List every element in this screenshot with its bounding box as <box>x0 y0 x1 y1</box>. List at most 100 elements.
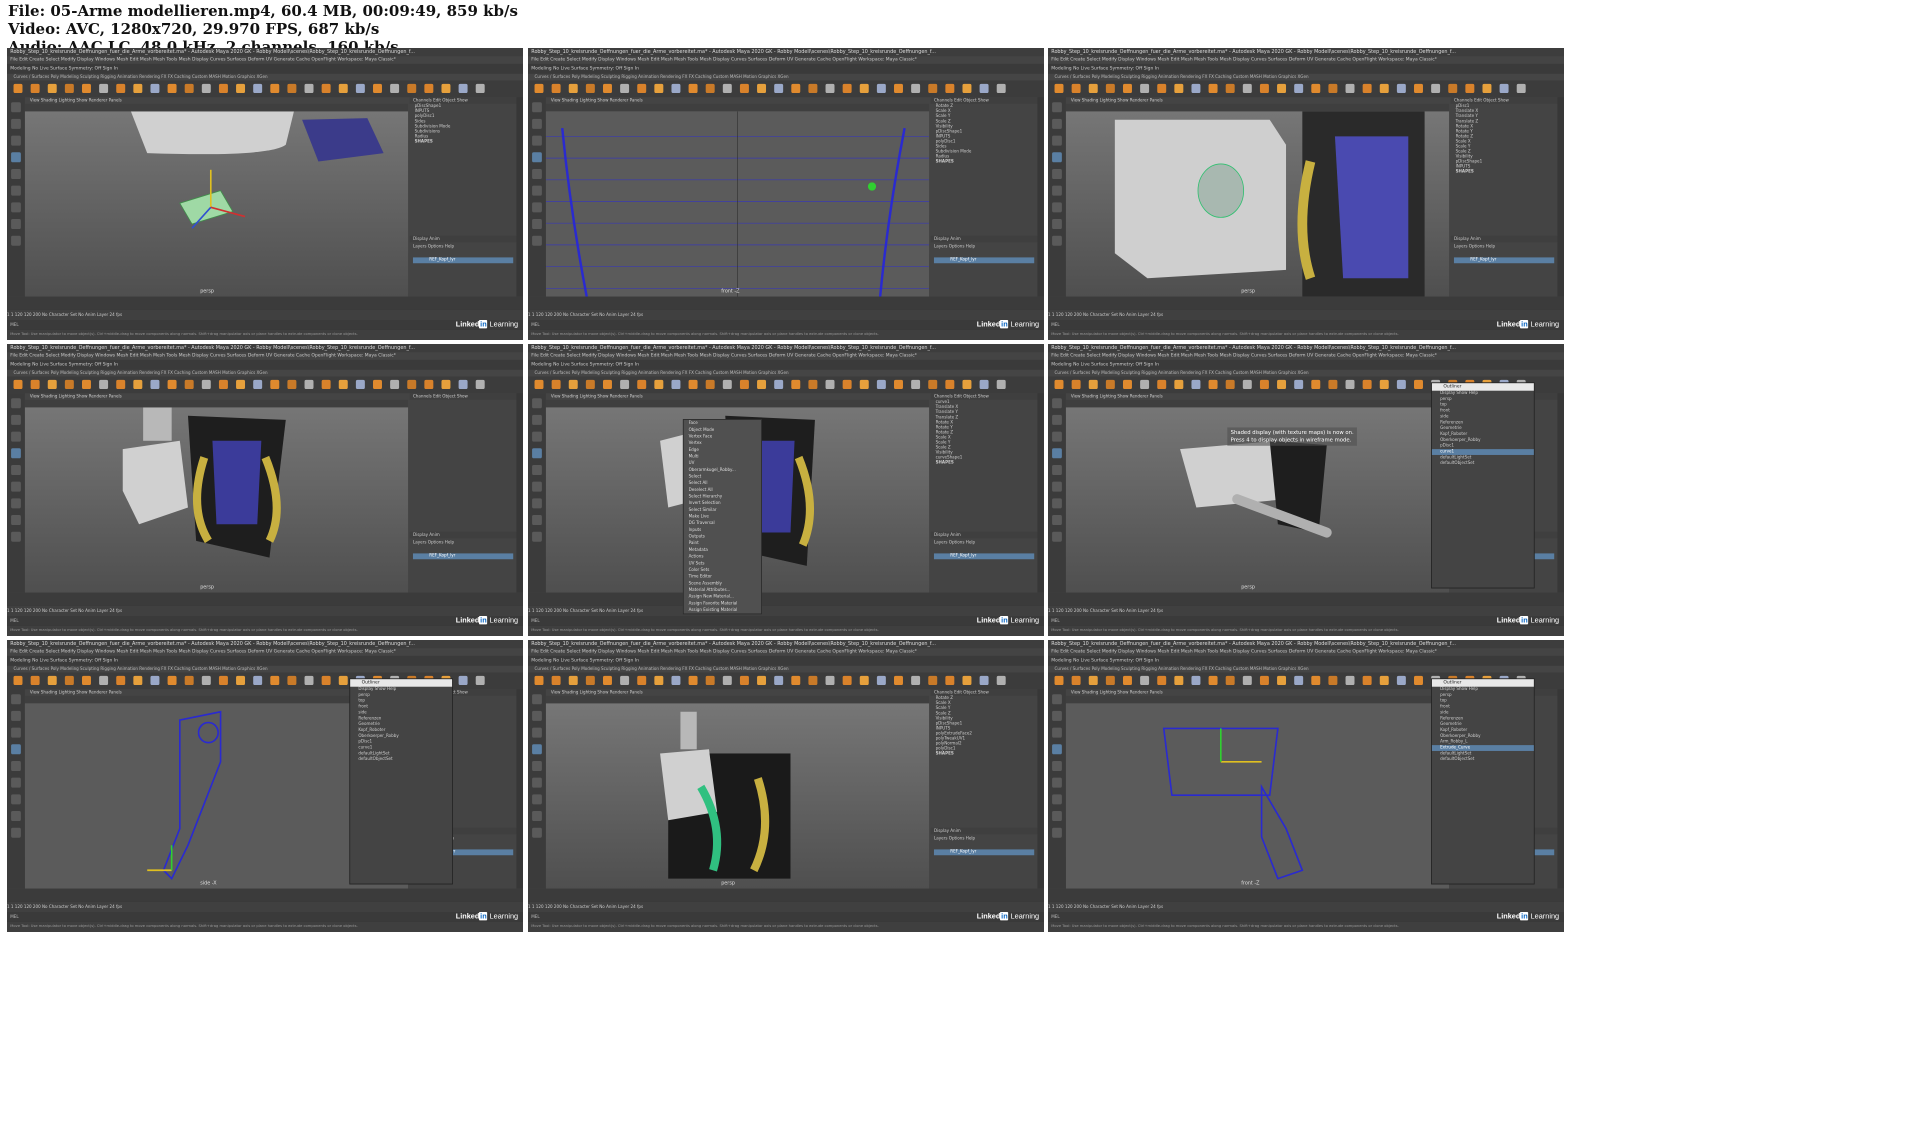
shelf-tool-icon[interactable] <box>1208 675 1218 686</box>
toolbox-tool-icon[interactable] <box>11 498 21 509</box>
shelf-tool-icon[interactable] <box>620 83 630 94</box>
shelf-tool-icon[interactable] <box>253 83 263 94</box>
shelf-tool-icon[interactable] <box>842 379 852 390</box>
shelf-tool-icon[interactable] <box>407 83 417 94</box>
main-menu-bar[interactable]: File Edit Create Select Modify Display W… <box>1048 648 1564 656</box>
shelf-tool-icon[interactable] <box>791 379 801 390</box>
shelf-tool-icon[interactable] <box>688 83 698 94</box>
shelf-tool-icon[interactable] <box>1054 675 1064 686</box>
shelf-tool-icon[interactable] <box>1379 379 1389 390</box>
shelf-tool-icon[interactable] <box>979 675 989 686</box>
time-slider[interactable] <box>528 592 1044 606</box>
shelf-tool-icon[interactable] <box>47 83 57 94</box>
shelf[interactable] <box>1048 80 1564 98</box>
attribute-strip[interactable] <box>1557 393 1564 593</box>
outliner-title[interactable]: Outliner <box>350 679 453 687</box>
range-slider[interactable]: 1 1 120 120 200 No Character Set No Anim… <box>1048 901 1564 912</box>
main-menu-bar[interactable]: File Edit Create Select Modify Display W… <box>7 352 523 360</box>
toolbox-tool-icon[interactable] <box>532 727 542 738</box>
shelf-tool-icon[interactable] <box>876 83 886 94</box>
shelf-tool-icon[interactable] <box>1294 675 1304 686</box>
channel-box[interactable]: Channels Edit Object Show Rotate Z Scale … <box>930 97 1038 297</box>
command-line[interactable]: MEL <box>7 319 523 330</box>
shelf-tool-icon[interactable] <box>1088 379 1098 390</box>
status-line[interactable]: Modeling No Live Surface Symmetry: Off S… <box>1048 359 1564 370</box>
menu-item[interactable]: UV Sets <box>684 560 761 567</box>
shelf-tool-icon[interactable] <box>1054 83 1064 94</box>
viewport[interactable]: persp <box>1065 111 1450 297</box>
toolbox[interactable] <box>7 689 25 889</box>
toolbox[interactable] <box>1048 393 1066 593</box>
toolbox-tool-icon[interactable] <box>11 118 21 129</box>
shelf-tool-icon[interactable] <box>373 83 382 94</box>
toolbox-tool-icon[interactable] <box>1052 135 1062 146</box>
toolbox-tool-icon[interactable] <box>11 515 21 526</box>
shelf-tool-icon[interactable] <box>1328 83 1338 94</box>
toolbox-tool-icon[interactable] <box>11 135 21 146</box>
outliner-title[interactable]: Outliner <box>1431 679 1534 687</box>
display-layer-item[interactable]: REF_Kopf_lyr <box>933 553 1035 560</box>
shelf[interactable] <box>528 80 1044 98</box>
shelf-tool-icon[interactable] <box>996 379 1006 390</box>
shelf-tool-icon[interactable] <box>150 83 160 94</box>
shelf-tool-icon[interactable] <box>551 83 561 94</box>
toolbox-tool-icon[interactable] <box>11 760 21 771</box>
layer-menu[interactable]: Layers Options Help <box>409 539 517 546</box>
main-menu-bar[interactable]: File Edit Create Select Modify Display W… <box>1048 56 1564 64</box>
toolbox-tool-icon[interactable] <box>11 777 21 788</box>
layer-tabs[interactable]: Display Anim <box>930 531 1038 539</box>
shelf-tool-icon[interactable] <box>534 83 544 94</box>
shelf-tool-icon[interactable] <box>47 379 57 390</box>
layer-menu[interactable]: Layers Options Help <box>1450 243 1558 250</box>
shelf-tool-icon[interactable] <box>1345 379 1355 390</box>
shelf-tabs[interactable]: Curves / Surfaces Poly Modeling Sculptin… <box>7 369 523 377</box>
menu-item[interactable]: Time Editor <box>684 573 761 580</box>
shelf-tool-icon[interactable] <box>64 379 74 390</box>
viewport[interactable]: persp <box>24 111 409 297</box>
shelf-tool-icon[interactable] <box>355 379 365 390</box>
shelf-tool-icon[interactable] <box>1088 83 1098 94</box>
toolbox[interactable] <box>7 97 25 297</box>
shelf-tool-icon[interactable] <box>270 675 280 686</box>
panel-menu[interactable]: View Shading Lighting Show Renderer Pane… <box>545 689 934 696</box>
shelf-tool-icon[interactable] <box>1259 83 1269 94</box>
shelf-tool-icon[interactable] <box>1174 83 1184 94</box>
channel-box[interactable]: Channels Edit Object Show curve1 Translat… <box>930 393 1038 593</box>
shelf-tool-icon[interactable] <box>338 379 348 390</box>
toolbox-tool-icon[interactable] <box>1052 464 1062 475</box>
shelf-tool-icon[interactable] <box>1294 379 1304 390</box>
toolbox-tool-icon[interactable] <box>532 794 542 805</box>
shelf-tool-icon[interactable] <box>338 675 348 686</box>
shelf-tool-icon[interactable] <box>620 675 630 686</box>
shelf-tool-icon[interactable] <box>688 675 698 686</box>
shelf-tool-icon[interactable] <box>688 379 698 390</box>
layer-tabs[interactable]: Display Anim <box>1450 235 1558 243</box>
menu-item[interactable]: Paint <box>684 540 761 547</box>
shelf-tool-icon[interactable] <box>1396 379 1406 390</box>
shelf-tool-icon[interactable] <box>270 83 280 94</box>
range-slider[interactable]: 1 1 120 120 200 No Character Set No Anim… <box>528 309 1044 320</box>
toolbox-tool-icon[interactable] <box>532 811 542 822</box>
shelf-tool-icon[interactable] <box>568 83 578 94</box>
shelf-tool-icon[interactable] <box>1259 675 1269 686</box>
outliner-window[interactable]: Outliner Display Show Help persp top front si… <box>1431 382 1535 589</box>
toolbox-tool-icon[interactable] <box>11 727 21 738</box>
shelf-tool-icon[interactable] <box>1328 675 1338 686</box>
shelf[interactable] <box>7 376 523 394</box>
shelf-tool-icon[interactable] <box>253 675 263 686</box>
shelf-tool-icon[interactable] <box>1379 675 1389 686</box>
toolbox-tool-icon[interactable] <box>11 694 21 705</box>
shelf-tool-icon[interactable] <box>218 83 228 94</box>
main-menu-bar[interactable]: File Edit Create Select Modify Display W… <box>1048 352 1564 360</box>
status-line[interactable]: Modeling No Live Surface Symmetry: Off S… <box>7 63 523 74</box>
menu-item[interactable]: Scene Assembly <box>684 580 761 587</box>
shelf-tool-icon[interactable] <box>825 675 835 686</box>
menu-item[interactable]: Object Mode <box>684 427 761 434</box>
menu-item[interactable]: Oberarmkugel_Robby... <box>684 467 761 474</box>
channel-box[interactable]: Channels Edit Object Show Display Anim L… <box>409 393 517 593</box>
menu-item[interactable]: Make Live <box>684 513 761 520</box>
shelf-tool-icon[interactable] <box>1311 83 1321 94</box>
status-line[interactable]: Modeling No Live Surface Symmetry: Off S… <box>528 359 1044 370</box>
shelf-tool-icon[interactable] <box>338 83 348 94</box>
shelf-tool-icon[interactable] <box>458 379 468 390</box>
